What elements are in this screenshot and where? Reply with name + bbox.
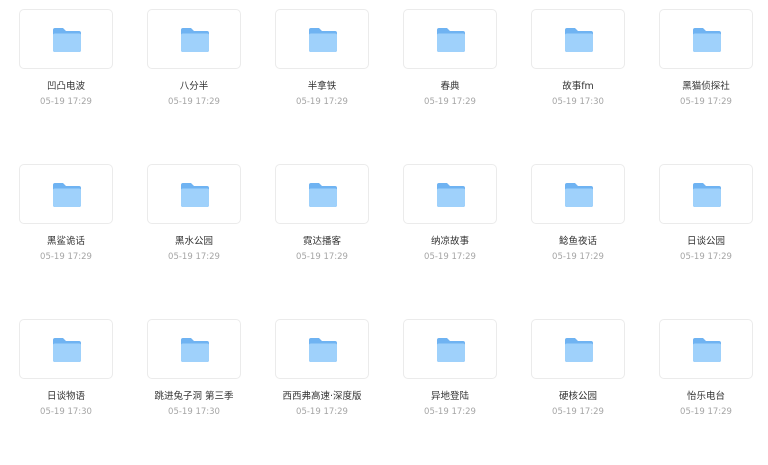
folder-icon: [309, 183, 337, 207]
folder-item[interactable]: 故事fm 05-19 17:30: [524, 9, 634, 129]
folder-name[interactable]: 日谈公园: [652, 233, 760, 247]
folder-date: 05-19 17:29: [424, 97, 476, 107]
folder-item[interactable]: 黑鲨诡话 05-19 17:29: [12, 164, 122, 284]
folder-tile[interactable]: [275, 319, 369, 379]
folder-icon: [309, 338, 337, 362]
folder-date: 05-19 17:29: [680, 252, 732, 262]
folder-icon: [181, 338, 209, 362]
folder-grid: 凹凸电波 05-19 17:29 八分半 05-19 17:29 半拿铁 05-19 17…: [0, 0, 768, 465]
folder-item[interactable]: 西西弗高速·深度版 05-19 17:29: [268, 319, 378, 439]
folder-name[interactable]: 春典: [396, 78, 504, 92]
folder-date: 05-19 17:30: [552, 97, 604, 107]
folder-name[interactable]: 日谈物语: [12, 388, 120, 402]
folder-date: 05-19 17:29: [168, 97, 220, 107]
folder-item[interactable]: 日谈物语 05-19 17:30: [12, 319, 122, 439]
folder-name[interactable]: 纳凉故事: [396, 233, 504, 247]
folder-tile[interactable]: [275, 164, 369, 224]
folder-tile[interactable]: [531, 164, 625, 224]
folder-name[interactable]: 跳进兔子洞 第三季: [140, 388, 248, 402]
folder-item[interactable]: 硬核公园 05-19 17:29: [524, 319, 634, 439]
folder-name[interactable]: 八分半: [140, 78, 248, 92]
folder-date: 05-19 17:29: [40, 252, 92, 262]
folder-icon: [53, 28, 81, 52]
folder-name[interactable]: 西西弗高速·深度版: [268, 388, 376, 402]
folder-tile[interactable]: [403, 9, 497, 69]
folder-item[interactable]: 凹凸电波 05-19 17:29: [12, 9, 122, 129]
folder-name[interactable]: 半拿铁: [268, 78, 376, 92]
folder-item[interactable]: 春典 05-19 17:29: [396, 9, 506, 129]
folder-name[interactable]: 黑鲨诡话: [12, 233, 120, 247]
folder-name[interactable]: 异地登陆: [396, 388, 504, 402]
folder-tile[interactable]: [19, 9, 113, 69]
folder-icon: [437, 338, 465, 362]
folder-name[interactable]: 霓达播客: [268, 233, 376, 247]
folder-icon: [53, 338, 81, 362]
folder-name[interactable]: 黑猫侦探社: [652, 78, 760, 92]
folder-tile[interactable]: [659, 319, 753, 379]
folder-name[interactable]: 故事fm: [524, 78, 632, 92]
folder-icon: [181, 183, 209, 207]
folder-icon: [693, 183, 721, 207]
folder-date: 05-19 17:29: [552, 407, 604, 417]
folder-icon: [565, 338, 593, 362]
folder-date: 05-19 17:29: [552, 252, 604, 262]
folder-tile[interactable]: [403, 164, 497, 224]
folder-icon: [565, 28, 593, 52]
folder-date: 05-19 17:29: [680, 407, 732, 417]
folder-tile[interactable]: [147, 9, 241, 69]
folder-tile[interactable]: [19, 164, 113, 224]
folder-item[interactable]: 半拿铁 05-19 17:29: [268, 9, 378, 129]
folder-tile[interactable]: [403, 319, 497, 379]
folder-item[interactable]: 怡乐电台 05-19 17:29: [652, 319, 762, 439]
folder-date: 05-19 17:29: [168, 252, 220, 262]
folder-icon: [565, 183, 593, 207]
folder-tile[interactable]: [19, 319, 113, 379]
folder-tile[interactable]: [147, 319, 241, 379]
folder-tile[interactable]: [531, 319, 625, 379]
folder-icon: [693, 338, 721, 362]
folder-item[interactable]: 霓达播客 05-19 17:29: [268, 164, 378, 284]
folder-date: 05-19 17:29: [424, 252, 476, 262]
folder-icon: [437, 183, 465, 207]
folder-icon: [693, 28, 721, 52]
folder-tile[interactable]: [147, 164, 241, 224]
folder-tile[interactable]: [275, 9, 369, 69]
folder-tile[interactable]: [531, 9, 625, 69]
folder-name[interactable]: 硬核公园: [524, 388, 632, 402]
folder-date: 05-19 17:29: [40, 97, 92, 107]
folder-item[interactable]: 日谈公园 05-19 17:29: [652, 164, 762, 284]
folder-item[interactable]: 纳凉故事 05-19 17:29: [396, 164, 506, 284]
folder-name[interactable]: 凹凸电波: [12, 78, 120, 92]
folder-icon: [53, 183, 81, 207]
folder-item[interactable]: 黑水公园 05-19 17:29: [140, 164, 250, 284]
folder-date: 05-19 17:29: [680, 97, 732, 107]
folder-date: 05-19 17:30: [168, 407, 220, 417]
folder-item[interactable]: 鲶鱼夜话 05-19 17:29: [524, 164, 634, 284]
folder-item[interactable]: 跳进兔子洞 第三季 05-19 17:30: [140, 319, 250, 439]
folder-item[interactable]: 黑猫侦探社 05-19 17:29: [652, 9, 762, 129]
folder-date: 05-19 17:30: [40, 407, 92, 417]
folder-name[interactable]: 怡乐电台: [652, 388, 760, 402]
folder-tile[interactable]: [659, 9, 753, 69]
folder-icon: [309, 28, 337, 52]
folder-tile[interactable]: [659, 164, 753, 224]
folder-name[interactable]: 鲶鱼夜话: [524, 233, 632, 247]
folder-name[interactable]: 黑水公园: [140, 233, 248, 247]
folder-icon: [181, 28, 209, 52]
folder-date: 05-19 17:29: [424, 407, 476, 417]
folder-date: 05-19 17:29: [296, 407, 348, 417]
folder-item[interactable]: 异地登陆 05-19 17:29: [396, 319, 506, 439]
folder-date: 05-19 17:29: [296, 252, 348, 262]
folder-item[interactable]: 八分半 05-19 17:29: [140, 9, 250, 129]
folder-date: 05-19 17:29: [296, 97, 348, 107]
folder-icon: [437, 28, 465, 52]
